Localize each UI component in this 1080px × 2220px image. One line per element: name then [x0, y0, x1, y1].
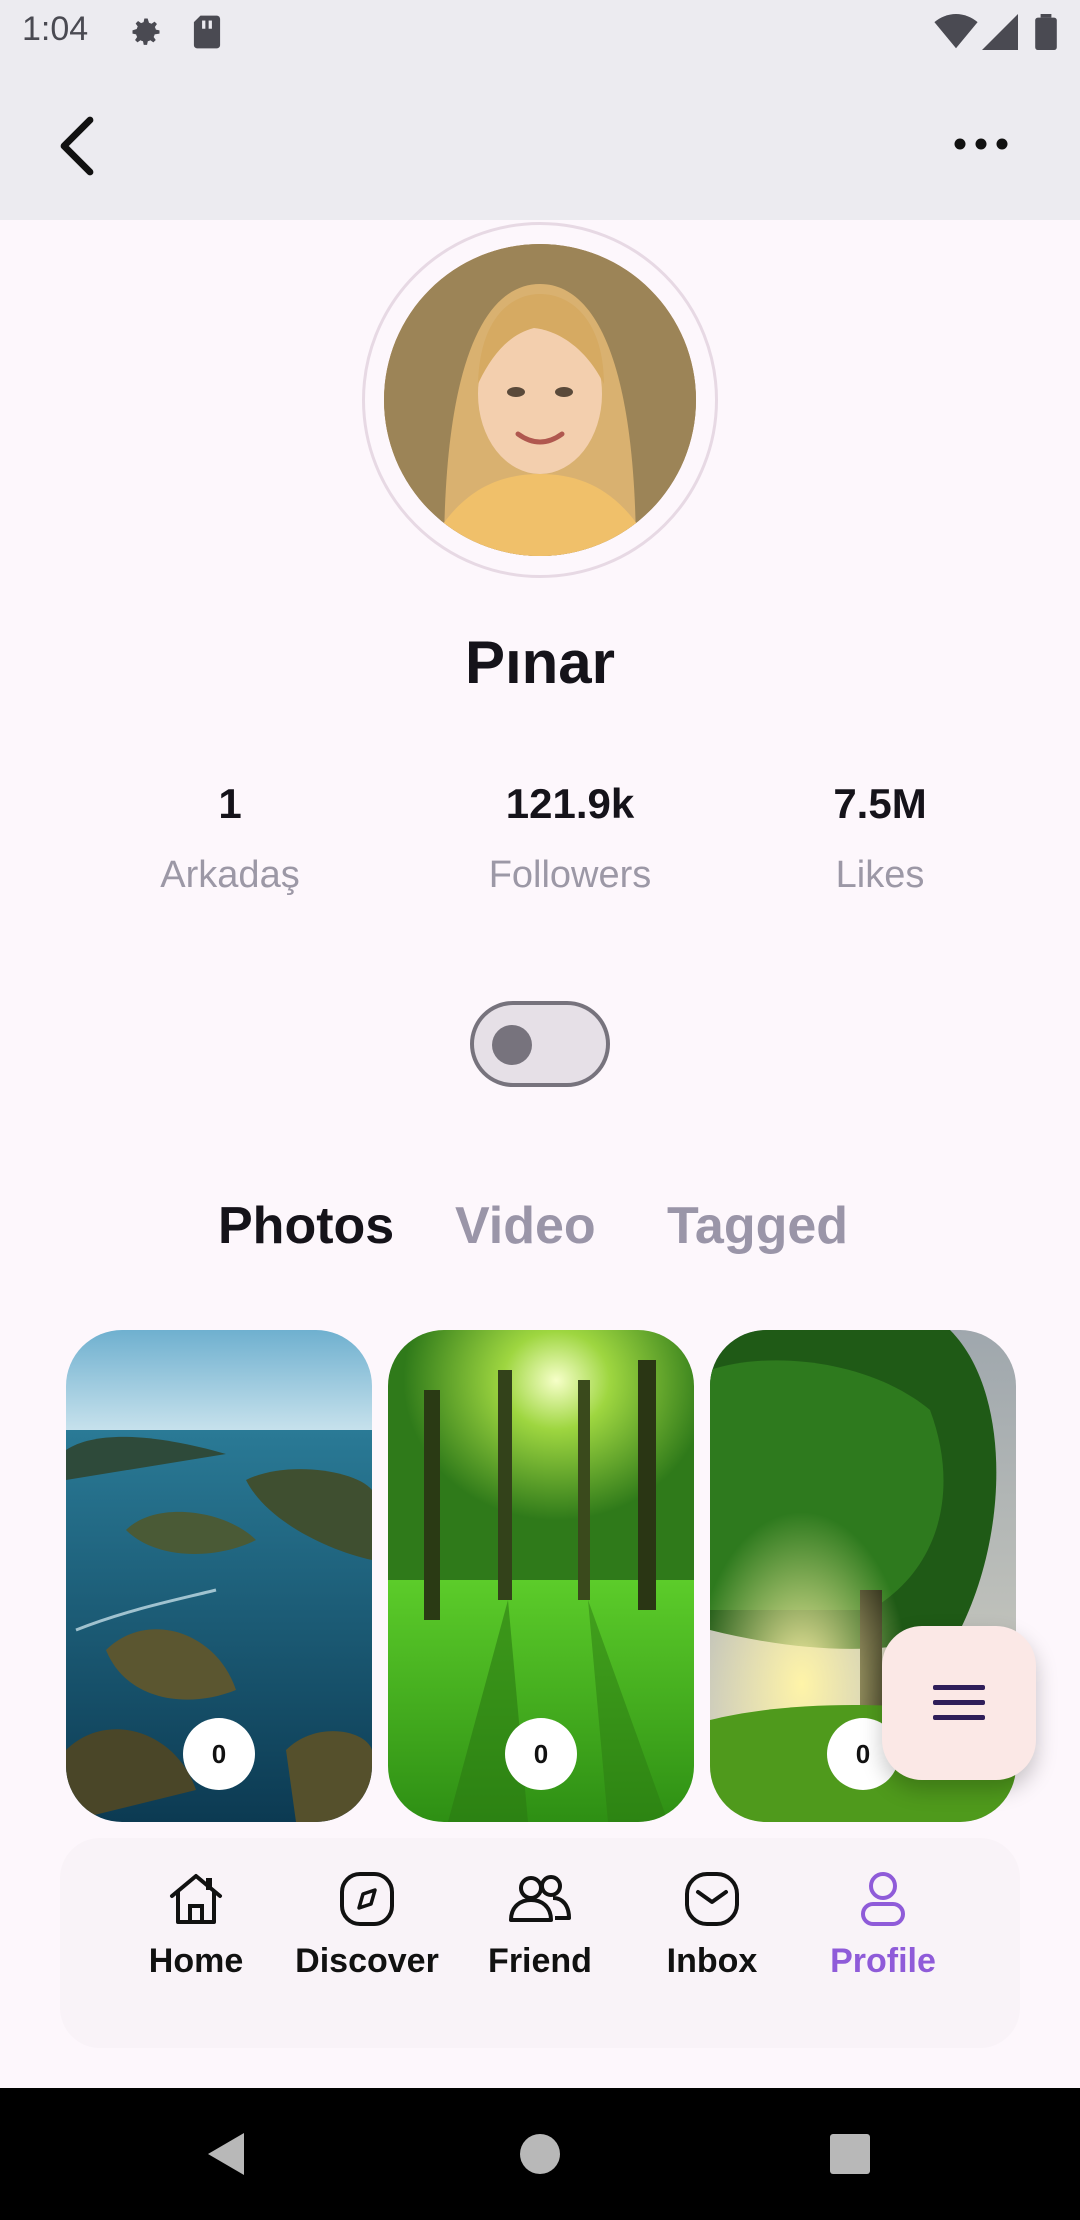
- stat-friends[interactable]: 1 Arkadaş: [100, 780, 360, 897]
- nav-home[interactable]: Home: [111, 1870, 281, 1981]
- system-nav-bar: [0, 2088, 1080, 2220]
- system-home-button[interactable]: [519, 2133, 561, 2180]
- nav-label: Inbox: [666, 1942, 758, 1980]
- stat-likes[interactable]: 7.5M Likes: [750, 780, 1010, 897]
- tab-photos[interactable]: Photos: [218, 1196, 394, 1256]
- avatar-ring: [362, 222, 718, 578]
- gear-icon: [128, 14, 164, 59]
- more-horizontal-icon: [954, 138, 1008, 150]
- menu-icon: [933, 1685, 985, 1720]
- photo-card[interactable]: 0: [388, 1330, 694, 1822]
- stat-followers[interactable]: 121.9k Followers: [440, 780, 700, 897]
- home-icon: [170, 1874, 222, 1924]
- sd-card-icon: [190, 14, 224, 59]
- nav-label: Friend: [488, 1942, 592, 1980]
- stat-label: Likes: [835, 854, 925, 896]
- avatar-photo: [384, 244, 696, 556]
- nav-label: Home: [148, 1942, 244, 1980]
- stat-label: Followers: [488, 854, 652, 896]
- stat-value: 121.9k: [505, 780, 635, 827]
- nav-friend[interactable]: Friend: [455, 1870, 625, 1981]
- menu-fab[interactable]: [882, 1626, 1036, 1780]
- chevron-left-icon: [60, 116, 94, 176]
- back-button[interactable]: [50, 114, 106, 183]
- nav-profile[interactable]: Profile: [798, 1870, 968, 1981]
- stat-label: Arkadaş: [160, 854, 300, 896]
- triangle-back-icon: [208, 2133, 244, 2175]
- more-options-button[interactable]: [950, 134, 1012, 159]
- nav-discover[interactable]: Discover: [282, 1870, 452, 1981]
- inbox-icon: [685, 1872, 739, 1926]
- nav-inbox[interactable]: Inbox: [627, 1870, 797, 1981]
- signal-icon: [982, 14, 1018, 59]
- circle-home-icon: [520, 2134, 560, 2174]
- stat-value: 7.5M: [833, 780, 927, 827]
- status-time: 1:04: [22, 10, 89, 48]
- tab-video[interactable]: Video: [455, 1196, 596, 1256]
- compass-icon: [340, 1872, 394, 1926]
- profile-name: Pınar: [464, 629, 616, 696]
- photo-card[interactable]: 0: [66, 1330, 372, 1822]
- system-recents-button[interactable]: [830, 2134, 870, 2179]
- battery-icon: [1034, 14, 1058, 59]
- square-recents-icon: [830, 2134, 870, 2174]
- nav-label: Profile: [830, 1942, 936, 1980]
- status-bar: 1:04: [0, 0, 1080, 68]
- system-back-button[interactable]: [204, 2131, 248, 2182]
- stat-value: 1: [218, 780, 242, 827]
- app-bar: [0, 68, 1080, 220]
- avatar[interactable]: [384, 244, 696, 556]
- profile-toggle-switch[interactable]: [470, 1001, 610, 1087]
- photo-like-count: 0: [505, 1718, 577, 1790]
- photo-like-count: 0: [183, 1718, 255, 1790]
- tab-tagged[interactable]: Tagged: [667, 1196, 848, 1256]
- nav-label: Discover: [295, 1942, 439, 1980]
- toggle-knob: [492, 1025, 532, 1065]
- user-icon: [861, 1872, 905, 1926]
- users-icon: [509, 1875, 571, 1922]
- wifi-icon: [934, 14, 978, 59]
